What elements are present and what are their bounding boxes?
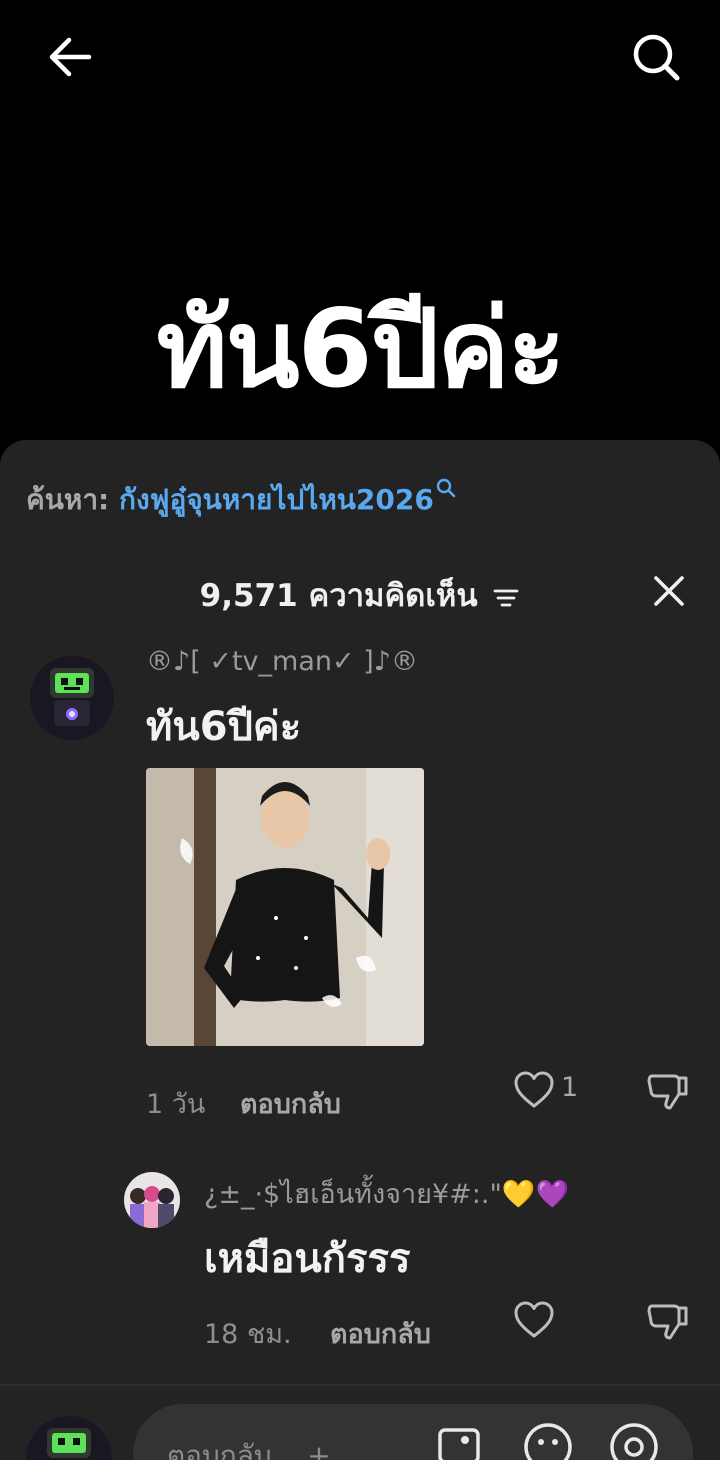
reply-button[interactable]: ตอบกลับ [240, 1082, 341, 1125]
avatar [26, 1416, 112, 1460]
back-button[interactable] [40, 27, 100, 87]
close-button[interactable] [640, 562, 698, 620]
search-icon [436, 478, 456, 498]
comment-time: 18 ชม. [204, 1319, 292, 1350]
robot-avatar-image [30, 656, 114, 740]
arrow-left-icon [49, 37, 92, 77]
comments-sheet: ค้นหา: กังฟูอู๋จุนหายไปไหน2026 9,571 ควา… [0, 440, 720, 1460]
group-photo-avatar-image [124, 1172, 180, 1228]
avatar[interactable] [30, 656, 114, 740]
comment-username[interactable]: ®♪[ ✓tv_man✓ ]♪® [146, 646, 418, 677]
comment-input[interactable]: ตอบกลับ ...+ [133, 1404, 693, 1460]
comment-input-placeholder: ตอบกลับ ...+ [167, 1439, 331, 1460]
search-icon [633, 34, 680, 81]
search-suggestion-term[interactable]: กังฟูอู๋จุนหายไปไหน2026 [119, 483, 434, 516]
comment-time: 1 วัน [146, 1089, 206, 1120]
reply-button[interactable]: ตอบกลับ [330, 1312, 431, 1355]
search-suggestion-prefix: ค้นหา: [26, 483, 110, 516]
top-bar [0, 0, 720, 120]
close-icon [654, 576, 684, 606]
video-caption: ทัน6ปีค่ะ [156, 287, 566, 412]
emoji-icon[interactable] [521, 1420, 575, 1460]
heart-icon[interactable] [513, 1300, 555, 1340]
search-button[interactable] [626, 27, 686, 87]
comment-image[interactable] [146, 768, 424, 1046]
comment-text: เหมือนกัรรร [204, 1236, 411, 1282]
heart-icon[interactable] [513, 1070, 555, 1110]
comments-count-header[interactable]: 9,571 ความคิดเห็น [0, 570, 720, 620]
comment-photo [146, 768, 424, 1046]
dislike-icon[interactable] [646, 1070, 690, 1112]
avatar[interactable] [124, 1172, 180, 1228]
dislike-icon[interactable] [646, 1300, 690, 1342]
image-icon[interactable] [435, 1422, 483, 1460]
search-suggestion[interactable]: ค้นหา: กังฟูอู๋จุนหายไปไหน2026 [26, 478, 456, 522]
mention-icon[interactable] [607, 1420, 661, 1460]
like-count: 1 [561, 1072, 579, 1103]
comments-count: 9,571 ความคิดเห็น [199, 578, 478, 614]
comment-input-bar: ตอบกลับ ...+ [0, 1386, 720, 1460]
comment-username[interactable]: ¿±_·$ไฮเอ็นทั้งจาย¥#:."💛💜 [204, 1172, 569, 1215]
sort-filter-icon [493, 589, 519, 606]
robot-avatar-image [26, 1416, 112, 1460]
comment-text: ทัน6ปีค่ะ [146, 704, 302, 750]
